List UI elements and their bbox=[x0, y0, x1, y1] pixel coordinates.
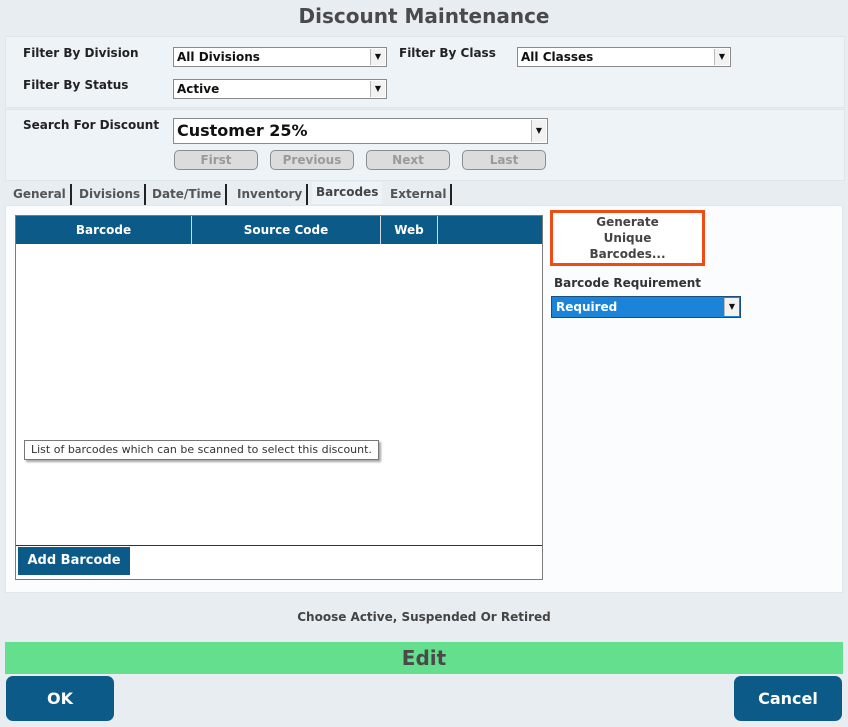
next-button[interactable]: Next bbox=[366, 150, 450, 170]
chevron-down-icon[interactable]: ▼ bbox=[724, 298, 739, 316]
generate-unique-barcodes-button[interactable]: Generate Unique Barcodes... bbox=[550, 210, 705, 266]
discount-search-value: Customer 25% bbox=[177, 121, 308, 140]
generate-button-label: Generate Unique Barcodes... bbox=[589, 215, 666, 261]
previous-button[interactable]: Previous bbox=[270, 150, 354, 170]
chevron-down-icon[interactable]: ▼ bbox=[370, 49, 385, 65]
mode-bar: Edit bbox=[5, 642, 843, 674]
column-header-barcode[interactable]: Barcode bbox=[16, 216, 192, 244]
tab-general[interactable]: General bbox=[9, 184, 72, 206]
cancel-button[interactable]: Cancel bbox=[734, 676, 842, 721]
discount-search-select[interactable]: Customer 25% ▼ bbox=[173, 118, 548, 144]
chevron-down-icon[interactable]: ▼ bbox=[714, 49, 729, 65]
first-button[interactable]: First bbox=[174, 150, 258, 170]
barcode-requirement-value: Required bbox=[556, 300, 618, 314]
tab-date-time[interactable]: Date/Time bbox=[148, 184, 228, 206]
add-barcode-button[interactable]: Add Barcode bbox=[18, 547, 130, 575]
grid-tooltip: List of barcodes which can be scanned to… bbox=[24, 440, 379, 460]
column-header-source-code[interactable]: Source Code bbox=[192, 216, 381, 244]
status-filter-label: Filter By Status bbox=[23, 78, 129, 92]
tab-barcodes[interactable]: Barcodes bbox=[312, 182, 383, 204]
column-header-web[interactable]: Web bbox=[381, 216, 438, 244]
grid-header: Barcode Source Code Web bbox=[16, 216, 542, 244]
division-filter-value: All Divisions bbox=[177, 50, 260, 64]
tab-inventory[interactable]: Inventory bbox=[233, 184, 309, 206]
class-filter-label: Filter By Class bbox=[399, 46, 496, 60]
grid-footer-divider bbox=[16, 545, 542, 546]
last-button[interactable]: Last bbox=[462, 150, 546, 170]
status-filter-value: Active bbox=[177, 82, 220, 96]
class-filter-select[interactable]: All Classes ▼ bbox=[517, 47, 731, 67]
column-header-blank bbox=[438, 216, 542, 244]
page-title: Discount Maintenance bbox=[298, 4, 550, 28]
barcode-grid[interactable]: Barcode Source Code Web bbox=[15, 215, 543, 580]
tab-divisions[interactable]: Divisions bbox=[75, 184, 147, 206]
search-label: Search For Discount bbox=[23, 118, 160, 132]
ok-button[interactable]: OK bbox=[6, 676, 114, 721]
tab-external[interactable]: External bbox=[386, 184, 453, 206]
class-filter-value: All Classes bbox=[521, 50, 594, 64]
division-filter-label: Filter By Division bbox=[23, 46, 139, 60]
barcode-requirement-select[interactable]: Required ▼ bbox=[551, 296, 741, 318]
chevron-down-icon[interactable]: ▼ bbox=[370, 81, 385, 97]
division-filter-select[interactable]: All Divisions ▼ bbox=[173, 47, 387, 67]
status-filter-select[interactable]: Active ▼ bbox=[173, 79, 387, 99]
barcode-requirement-label: Barcode Requirement bbox=[554, 276, 702, 290]
status-hint: Choose Active, Suspended Or Retired bbox=[297, 610, 551, 624]
chevron-down-icon[interactable]: ▼ bbox=[531, 120, 546, 142]
